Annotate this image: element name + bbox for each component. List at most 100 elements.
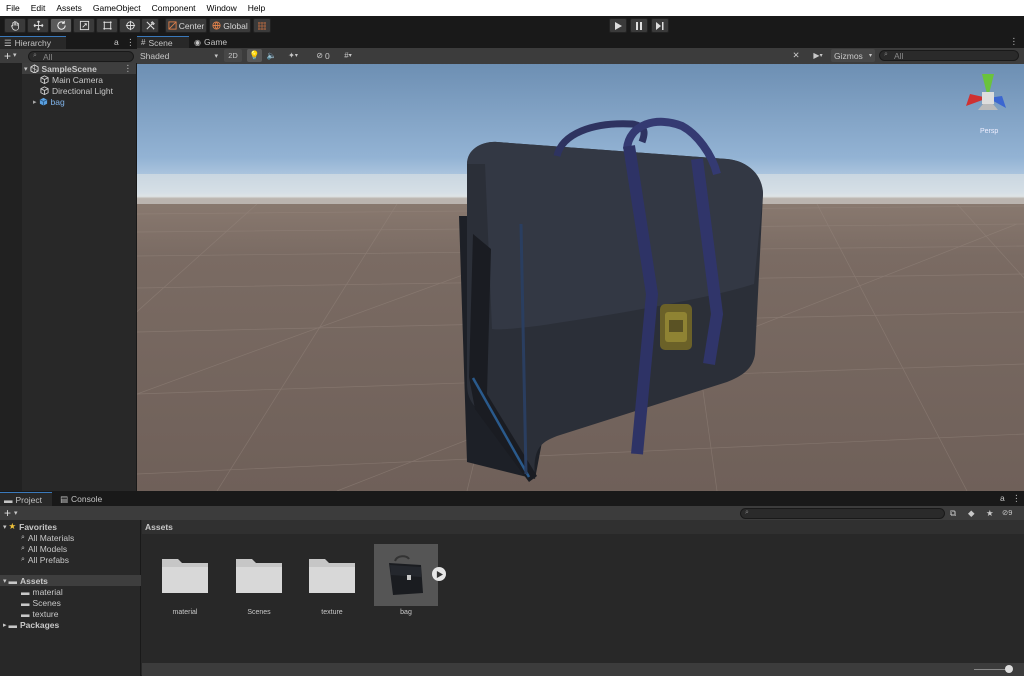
menu-assets[interactable]: Assets — [50, 3, 87, 13]
hidden-packages-toggle[interactable]: ⊘9 — [1002, 508, 1012, 517]
favorite-label: All Models — [27, 543, 68, 554]
more-menu-icon[interactable]: ⋮ — [1012, 493, 1021, 504]
folder-row-scenes[interactable]: ▬ Scenes — [21, 597, 61, 608]
audio-toggle[interactable]: 🔈 — [264, 49, 279, 62]
bag-model — [459, 117, 763, 482]
menu-edit[interactable]: Edit — [25, 3, 51, 13]
search-by-type-icon[interactable]: ⧉ — [950, 508, 956, 519]
scene-toolbar: Shaded ▾ 2D 💡 🔈 ✦ ▾ ⊘ 0 # ▾ ✕ ▶ ▾ Gizmos ▾ ⌕ … — [137, 48, 1024, 64]
menu-gameobject[interactable]: GameObject — [87, 3, 146, 13]
projection-label[interactable]: Persp — [980, 128, 998, 135]
hand-tool-button[interactable] — [4, 18, 26, 33]
create-plus-icon[interactable]: + — [4, 49, 11, 63]
search-icon: ⌕ — [33, 52, 37, 59]
search-icon: ⌕ — [745, 509, 749, 516]
scene-more-icon[interactable]: ⋮ — [124, 63, 133, 74]
favorite-all-materials[interactable]: ⌕ All Materials — [21, 532, 74, 543]
tab-hierarchy[interactable]: ☰ Hierarchy — [0, 36, 66, 49]
asset-folder-material[interactable]: material — [150, 543, 220, 623]
more-menu-icon[interactable]: ⋮ — [126, 37, 135, 48]
tab-scene[interactable]: # Scene — [137, 36, 189, 48]
hierarchy-item-label: bag — [50, 96, 65, 107]
globe-icon — [212, 21, 221, 30]
effects-dropdown[interactable]: ✦ ▾ — [282, 49, 304, 62]
camera-settings-dropdown[interactable]: ▶ ▾ — [807, 49, 829, 62]
scene-viewport[interactable]: Persp — [137, 64, 1024, 491]
tab-project[interactable]: ▬ Project — [0, 492, 52, 506]
2d-mode-button[interactable]: 2D — [224, 49, 242, 62]
scene-more-menu-icon[interactable]: ⋮ — [1010, 36, 1019, 47]
asset-model-bag[interactable]: bag — [371, 543, 441, 623]
expand-arrow-icon[interactable]: ▾ — [24, 65, 28, 73]
scale-tool-button[interactable] — [73, 18, 95, 33]
grid-snap-button[interactable] — [253, 18, 271, 33]
hierarchy-item-main-camera[interactable]: Main Camera — [40, 74, 103, 85]
project-tab-label: Project — [15, 494, 42, 505]
create-dropdown-icon[interactable]: ▾ — [14, 509, 18, 517]
menu-window[interactable]: Window — [201, 3, 242, 13]
scene-tabbar: # Scene ◉ Game ⋮ — [137, 36, 1024, 48]
folder-row-texture[interactable]: ▬ texture — [21, 608, 59, 619]
hierarchy-toolbar: + ▾ ⌕ All — [0, 49, 137, 63]
transform-tool-button[interactable] — [119, 18, 141, 33]
assets-root-row[interactable]: ▾ ▬ Assets — [0, 575, 141, 586]
hidden-objects-toggle[interactable]: ⊘ 0 — [312, 49, 334, 62]
custom-tool-button[interactable] — [141, 18, 159, 33]
gizmos-dropdown[interactable]: Gizmos ▾ — [831, 49, 875, 62]
rect-tool-button[interactable] — [96, 18, 118, 33]
scene-search-input[interactable]: ⌕ All — [879, 50, 1019, 61]
hierarchy-item-bag[interactable]: ▸ bag — [33, 96, 65, 107]
expand-arrow-icon[interactable]: ▸ — [33, 98, 37, 106]
move-tool-button[interactable] — [27, 18, 49, 33]
folder-row-material[interactable]: ▬ material — [21, 586, 63, 597]
game-tab-label: Game — [203, 37, 228, 47]
favorite-all-prefabs[interactable]: ⌕ All Prefabs — [21, 554, 69, 565]
lock-icon[interactable]: a — [1000, 493, 1005, 503]
menu-component[interactable]: Component — [146, 3, 201, 13]
hierarchy-search-input[interactable]: ⌕ All — [28, 51, 134, 62]
play-button[interactable] — [609, 18, 627, 33]
pause-button[interactable] — [630, 18, 648, 33]
rotate-tool-button[interactable] — [50, 18, 72, 33]
lock-icon[interactable]: a — [114, 37, 119, 47]
step-icon — [656, 21, 664, 30]
asset-folder-texture[interactable]: texture — [297, 543, 367, 623]
folder-row-label: texture — [32, 608, 59, 619]
tools-icon: ✕ — [792, 50, 800, 60]
create-dropdown-icon[interactable]: ▾ — [13, 51, 17, 59]
breadcrumb-assets[interactable]: Assets — [145, 522, 173, 532]
create-plus-icon[interactable]: + — [4, 506, 11, 520]
expand-subassets-button[interactable] — [432, 567, 446, 581]
folder-icon: ▬ — [8, 619, 18, 630]
expand-arrow-icon[interactable]: ▾ — [3, 577, 7, 585]
tab-game[interactable]: ◉ Game — [190, 36, 230, 48]
tab-console[interactable]: ▤ Console — [56, 492, 108, 506]
icon-size-slider-handle[interactable] — [1005, 665, 1013, 673]
play-icon — [615, 21, 622, 30]
favorites-star-icon[interactable]: ★ — [986, 508, 994, 519]
orientation-gizmo[interactable] — [966, 74, 1006, 110]
hierarchy-item-directional-light[interactable]: Directional Light — [40, 85, 113, 96]
favorites-row[interactable]: ▾ ★ Favorites — [3, 521, 57, 532]
lighting-toggle[interactable]: 💡 — [247, 49, 262, 62]
asset-label: bag — [400, 609, 412, 616]
project-search-input[interactable]: ⌕ — [740, 508, 945, 519]
asset-folder-scenes[interactable]: Scenes — [224, 543, 294, 623]
folder-icon — [309, 559, 355, 593]
favorite-all-models[interactable]: ⌕ All Models — [21, 543, 67, 554]
folder-row-label: material — [32, 586, 63, 597]
expand-arrow-icon[interactable]: ▾ — [3, 523, 7, 531]
search-by-label-icon[interactable]: ◆ — [968, 508, 975, 519]
scene-row[interactable]: ▾ SampleScene ⋮ — [22, 63, 136, 74]
console-icon: ▤ — [60, 493, 69, 504]
grid-visibility-dropdown[interactable]: # ▾ — [336, 49, 360, 62]
shading-mode-dropdown[interactable]: Shaded ▾ — [140, 50, 220, 62]
expand-arrow-icon[interactable]: ▸ — [3, 621, 7, 629]
menu-file[interactable]: File — [0, 3, 25, 13]
global-space-toggle[interactable]: Global — [209, 18, 251, 33]
menu-help[interactable]: Help — [242, 3, 270, 13]
step-button[interactable] — [651, 18, 669, 33]
scene-tools-button[interactable]: ✕ — [789, 49, 803, 62]
pivot-center-toggle[interactable]: Center — [165, 18, 207, 33]
packages-row[interactable]: ▸ ▬ Packages — [3, 619, 59, 630]
